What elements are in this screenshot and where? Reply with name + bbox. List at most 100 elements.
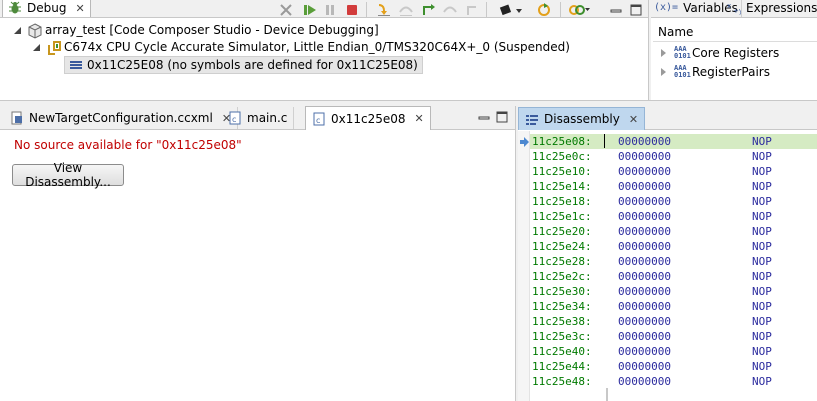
instruction-opcode: 00000000 <box>618 300 671 313</box>
instruction-mnemonic: NOP <box>752 165 772 178</box>
disassembly-row[interactable]: 11c25e3c: 00000000 NOP <box>532 329 817 344</box>
instruction-opcode: 00000000 <box>618 180 671 193</box>
suspend-icon[interactable] <box>322 2 338 18</box>
instruction-address: 11c25e2c: <box>532 270 592 283</box>
tab-debug[interactable]: Debug ✕ <box>2 0 91 17</box>
cpu-thread-icon <box>46 40 61 55</box>
disassembly-row[interactable]: 11c25e34: 00000000 NOP <box>532 299 817 314</box>
column-header-name: Name <box>658 25 694 39</box>
connect-target-icon[interactable] <box>568 2 592 18</box>
disassembly-row[interactable]: 11c25e1c: 00000000 NOP <box>532 209 817 224</box>
expand-arrow-icon[interactable] <box>661 68 666 76</box>
tab-main-c[interactable]: c main.c <box>222 107 295 129</box>
disassembly-row[interactable]: 11c25e48: 00000000 NOP <box>532 374 817 389</box>
instruction-mnemonic: NOP <box>752 270 772 283</box>
expand-arrow-icon[interactable] <box>661 49 666 57</box>
instruction-opcode: 00000000 <box>618 240 671 253</box>
instruction-mnemonic: NOP <box>752 255 772 268</box>
toolbar-separator <box>560 2 561 18</box>
disassembly-row[interactable]: 11c25e20: 00000000 NOP <box>532 224 817 239</box>
remove-terminated-icon[interactable] <box>278 2 294 18</box>
resume-icon[interactable] <box>302 2 318 18</box>
instruction-address: 11c25e1c: <box>532 210 592 223</box>
expressions-icon: x +y <box>727 1 743 15</box>
tab-expressions-label: Expressions <box>746 0 817 15</box>
instruction-mnemonic: NOP <box>752 135 772 148</box>
step-return-icon[interactable] <box>420 2 436 18</box>
disassembly-row[interactable]: 11c25e18: 00000000 NOP <box>532 194 817 209</box>
tree-item-register-pairs[interactable]: AAA 0101 RegisterPairs <box>661 63 770 81</box>
assembly-step-return-icon[interactable] <box>464 2 480 18</box>
register-group-icon: AAA 0101 <box>674 45 691 60</box>
tree-item-register-pairs-label: RegisterPairs <box>692 65 770 79</box>
close-icon[interactable]: ✕ <box>75 2 84 15</box>
disassembly-row[interactable]: 11c25e08: 00000000 NOP <box>532 134 817 149</box>
instruction-address: 11c25e14: <box>532 180 592 193</box>
instruction-mnemonic: NOP <box>752 195 772 208</box>
variables-column-header[interactable]: Name <box>653 22 817 42</box>
tab-new-target-configuration[interactable]: NewTargetConfiguration.ccxml ✕ <box>4 107 239 129</box>
instruction-mnemonic: NOP <box>752 180 772 193</box>
instruction-address: 11c25e34: <box>532 300 592 313</box>
tab-address-editor[interactable]: c 0x11c25e08 ✕ <box>305 106 431 130</box>
instruction-mnemonic: NOP <box>752 330 772 343</box>
disassembly-row[interactable]: 11c25e30: 00000000 NOP <box>532 284 817 299</box>
tab-disassembly-label: Disassembly <box>544 112 620 126</box>
step-into-icon[interactable] <box>376 2 392 18</box>
close-icon[interactable]: ✕ <box>415 112 424 125</box>
disassembly-row[interactable]: 11c25e44: 00000000 NOP <box>532 359 817 374</box>
tree-item-stack-frame[interactable]: 0x11C25E08 (no symbols are defined for 0… <box>64 56 423 74</box>
instruction-address: 11c25e08: <box>532 135 592 148</box>
expand-arrow-icon[interactable] <box>33 43 40 51</box>
target-config-file-icon <box>10 111 24 125</box>
disassembly-row[interactable]: 11c25e40: 00000000 NOP <box>532 344 817 359</box>
maximize-icon[interactable] <box>628 2 644 18</box>
tree-item-target[interactable]: C674x CPU Cycle Accurate Simulator, Litt… <box>33 38 570 56</box>
tree-item-core-registers[interactable]: AAA 0101 Core Registers <box>661 44 779 62</box>
disassembly-row[interactable]: 11c25e38: 00000000 NOP <box>532 314 817 329</box>
disassembly-row[interactable]: 11c25e24: 00000000 NOP <box>532 239 817 254</box>
instruction-opcode: 00000000 <box>618 270 671 283</box>
reset-cpu-icon[interactable] <box>498 2 524 18</box>
restart-icon[interactable] <box>536 2 552 18</box>
terminate-icon[interactable] <box>344 2 360 18</box>
instruction-address: 11c25e3c: <box>532 330 592 343</box>
maximize-icon[interactable] <box>494 109 510 125</box>
disassembly-row[interactable]: 11c25e0c: 00000000 NOP <box>532 149 817 164</box>
svg-text:x: x <box>727 2 731 10</box>
disassembly-row[interactable]: 11c25e10: 00000000 NOP <box>532 164 817 179</box>
horizontal-scroll-indicator[interactable] <box>606 388 608 401</box>
instruction-address: 11c25e48: <box>532 375 592 388</box>
tab-expressions[interactable]: x +y Expressions <box>724 0 817 17</box>
svg-text:+y: +y <box>733 7 741 15</box>
disassembly-row[interactable]: 11c25e2c: 00000000 NOP <box>532 269 817 284</box>
close-icon[interactable]: ✕ <box>629 113 638 126</box>
tab-new-target-configuration-label: NewTargetConfiguration.ccxml <box>29 111 213 125</box>
instruction-mnemonic: NOP <box>752 360 772 373</box>
register-group-icon: AAA 0101 <box>674 64 691 79</box>
disassembly-row[interactable]: 11c25e14: 00000000 NOP <box>532 179 817 194</box>
instruction-address: 11c25e20: <box>532 225 592 238</box>
instruction-opcode: 00000000 <box>618 135 671 148</box>
minimize-icon[interactable] <box>608 2 624 18</box>
disassembly-row[interactable]: 11c25e28: 00000000 NOP <box>532 254 817 269</box>
step-over-icon[interactable] <box>398 2 414 18</box>
expand-arrow-icon[interactable] <box>14 26 21 34</box>
instruction-address: 11c25e40: <box>532 345 592 358</box>
tree-item-target-label: C674x CPU Cycle Accurate Simulator, Litt… <box>64 40 570 54</box>
instruction-address: 11c25e0c: <box>532 150 592 163</box>
instruction-opcode: 00000000 <box>618 330 671 343</box>
tab-disassembly[interactable]: Disassembly ✕ <box>518 107 646 130</box>
instruction-address: 11c25e24: <box>532 240 592 253</box>
instruction-opcode: 00000000 <box>618 195 671 208</box>
assembly-step-over-icon[interactable] <box>442 2 458 18</box>
tree-item-project[interactable]: array_test [Code Composer Studio - Devic… <box>14 21 379 39</box>
view-disassembly-button[interactable]: View Disassembly... <box>12 161 124 189</box>
disassembly-icon <box>525 112 539 126</box>
instruction-mnemonic: NOP <box>752 225 772 238</box>
minimize-icon[interactable] <box>476 109 492 125</box>
instruction-address: 11c25e18: <box>532 195 592 208</box>
instruction-mnemonic: NOP <box>752 240 772 253</box>
instruction-mnemonic: NOP <box>752 285 772 298</box>
debug-bug-icon <box>8 1 22 15</box>
